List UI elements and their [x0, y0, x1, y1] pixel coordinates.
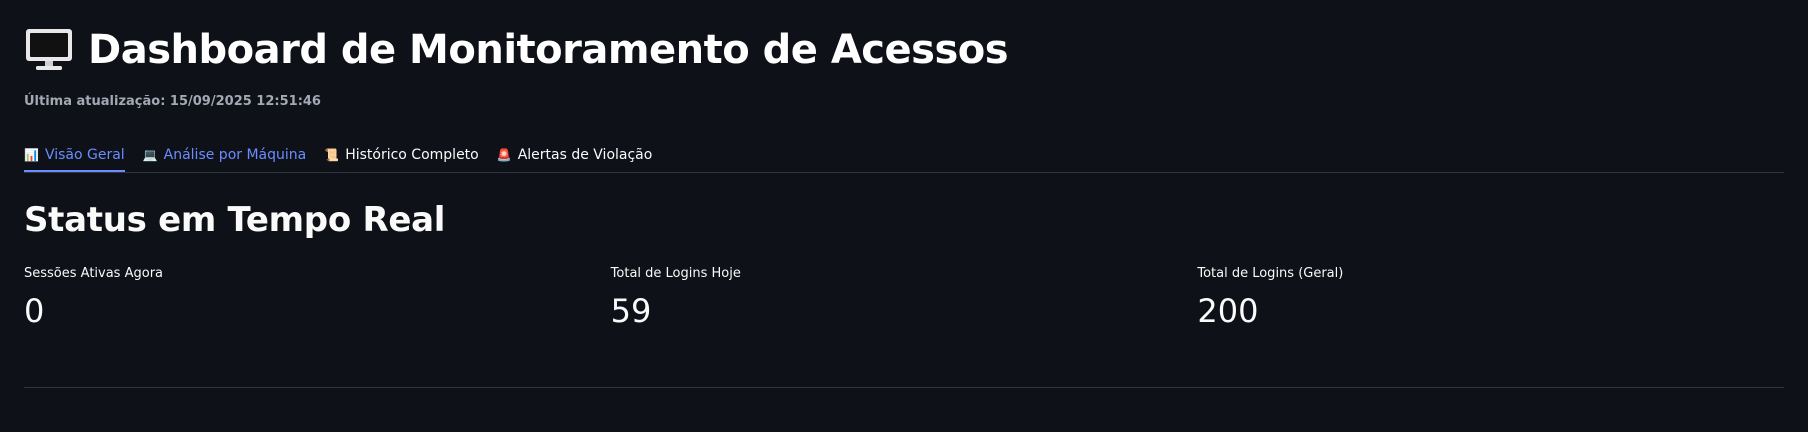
tab-bar: 📊 Visão Geral 💻 Análise por Máquina 📜 Hi… — [24, 136, 1784, 173]
metric-value: 200 — [1197, 292, 1259, 330]
metric-logins-total: Total de Logins (Geral) 200 — [1197, 266, 1784, 330]
tab-visao-geral[interactable]: 📊 Visão Geral — [24, 136, 125, 172]
metrics-row: Sessões Ativas Agora 0 Total de Logins H… — [24, 266, 1784, 330]
page-title: Dashboard de Monitoramento de Acessos — [88, 27, 1009, 73]
tab-analise-por-maquina[interactable]: 💻 Análise por Máquina — [143, 136, 307, 170]
metric-logins-today: Total de Logins Hoje 59 — [611, 266, 1198, 330]
divider — [24, 387, 1784, 388]
metric-label: Total de Logins Hoje — [610, 266, 741, 281]
tab-label: Alertas de Violação — [517, 147, 653, 163]
bar-chart-icon: 📊 — [24, 148, 39, 162]
siren-icon: 🚨 — [496, 148, 512, 162]
tab-label: Histórico Completo — [345, 147, 479, 163]
metric-label: Sessões Ativas Agora — [24, 266, 164, 281]
metric-value: 59 — [610, 292, 652, 330]
laptop-icon: 💻 — [142, 148, 158, 162]
tab-label: Visão Geral — [44, 147, 125, 163]
title-row: Dashboard de Monitoramento de Acessos — [24, 22, 1009, 78]
monitor-icon — [26, 29, 72, 70]
tab-alertas-de-violacao[interactable]: 🚨 Alertas de Violação — [497, 136, 653, 170]
dashboard-page: Dashboard de Monitoramento de Acessos Úl… — [0, 0, 1808, 432]
last-update-timestamp: Última atualização: 15/09/2025 12:51:46 — [24, 94, 321, 109]
tab-historico-completo[interactable]: 📜 Histórico Completo — [324, 136, 479, 170]
metric-label: Total de Logins (Geral) — [1197, 266, 1344, 281]
scroll-icon: 📜 — [324, 148, 340, 162]
tab-label: Análise por Máquina — [163, 147, 307, 163]
section-title: Status em Tempo Real — [24, 200, 446, 240]
metric-active-sessions: Sessões Ativas Agora 0 — [24, 266, 611, 330]
metric-value: 0 — [24, 292, 45, 330]
